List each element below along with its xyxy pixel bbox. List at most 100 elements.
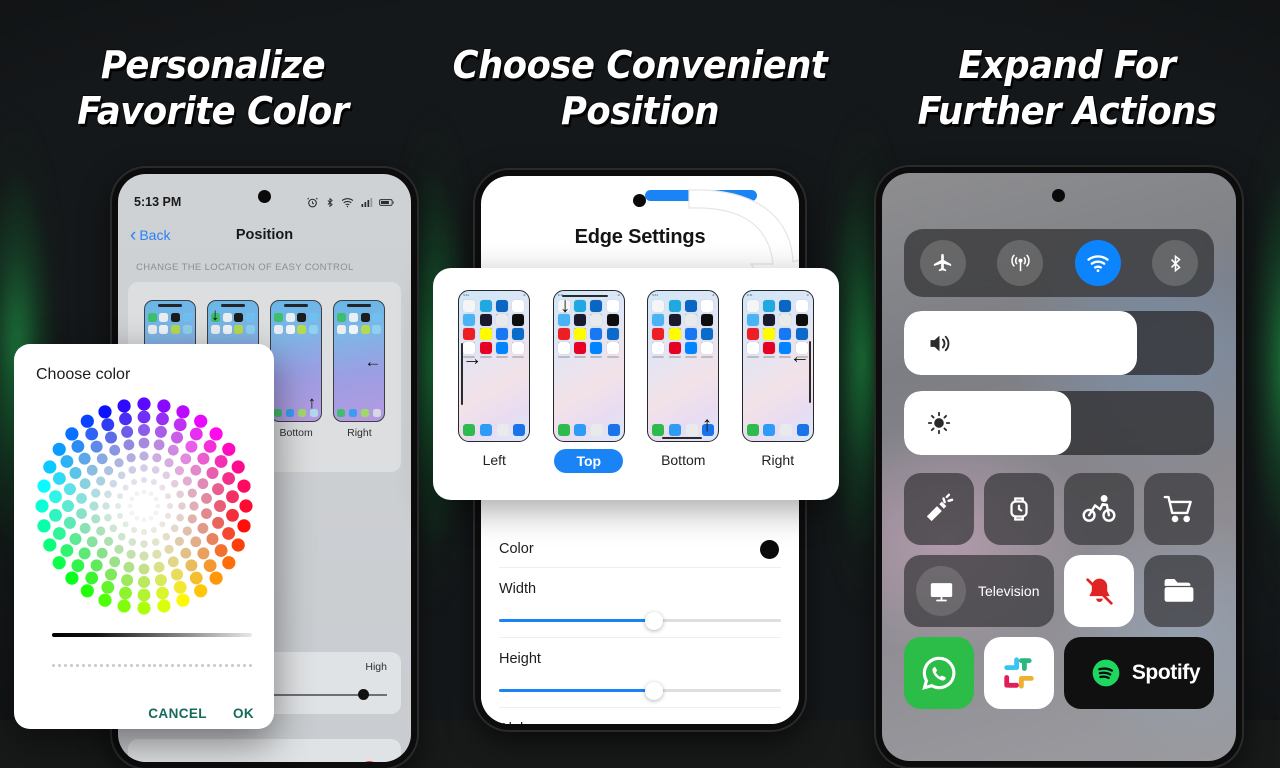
panel-3-heading-line1: Expand For [958, 43, 1176, 87]
alarm-icon [307, 197, 318, 207]
slider-fill [499, 689, 655, 692]
position-label-bottom: Bottom [279, 427, 313, 439]
bluetooth-icon [327, 197, 333, 207]
bicycle-icon [1082, 495, 1116, 522]
slack-icon [1004, 657, 1034, 689]
battery-icon [379, 198, 394, 206]
edge-option-bottom[interactable]: 9:41 ıll ↑ Bottom [636, 290, 731, 500]
wifi-icon [341, 197, 354, 207]
setting-row-alpha[interactable]: Alpha [499, 707, 781, 724]
spotify-icon [1092, 659, 1120, 687]
position-label-right: Right [347, 427, 372, 439]
slider-fill [499, 619, 655, 622]
phone-preview-bottom: ↑ [270, 300, 323, 422]
wifi-toggle[interactable] [1074, 240, 1121, 286]
bicycle-tile[interactable] [1064, 473, 1134, 545]
cellular-data-toggle[interactable] [997, 240, 1044, 286]
cancel-button[interactable]: CANCEL [148, 706, 207, 721]
setting-label-alpha: Alpha [499, 721, 781, 724]
color-swatch[interactable] [358, 761, 381, 762]
mute-tile[interactable] [1064, 555, 1134, 627]
edge-option-top[interactable]: 9:41 ıll ↓ Top [542, 290, 637, 500]
panel-3-heading-line2: Further Actions [917, 89, 1217, 133]
edge-option-right[interactable]: 9:41 ıll ← Right [731, 290, 826, 500]
panel-1-heading: Personalize Favorite Color [15, 42, 411, 134]
arrow-indicator-right: ← [789, 346, 810, 368]
position-option-right[interactable]: ← Right [328, 300, 391, 472]
dialog-title: Choose color [36, 366, 131, 383]
cellular-icon [1011, 253, 1030, 271]
panel-1-heading-line2: Favorite Color [77, 89, 349, 133]
height-slider[interactable] [499, 682, 781, 700]
cart-tile[interactable] [1144, 473, 1214, 545]
phone-preview-right: ← [333, 300, 386, 422]
slider-high-label: High [365, 661, 387, 673]
volume-slider[interactable] [904, 311, 1214, 375]
bluetooth-toggle[interactable] [1152, 240, 1199, 286]
section-header: CHANGE THE LOCATION OF EASY CONTROL [136, 262, 354, 273]
bluetooth-icon [1170, 254, 1181, 272]
brightness-gradient-bar[interactable] [52, 633, 252, 637]
setting-row-height[interactable]: Height [499, 637, 781, 707]
edge-label-left: Left [482, 452, 506, 468]
edge-preview-right: 9:41 ıll ← [741, 290, 814, 442]
preview-status-bar: 9:41 ıll [463, 293, 526, 297]
connectivity-toggle-group [904, 229, 1214, 297]
bell-muted-icon [1085, 577, 1113, 605]
arrow-indicator-bottom: ↑ [307, 393, 317, 412]
edge-label-bottom: Bottom [661, 452, 706, 468]
watch-tile[interactable] [984, 473, 1054, 545]
panel-3-heading: Expand For Further Actions [869, 42, 1265, 134]
television-tile[interactable]: Television [904, 555, 1054, 627]
choose-color-dialog[interactable]: Choose color CANCEL OK [14, 344, 274, 729]
slider-knob[interactable] [645, 682, 664, 700]
status-clock: 5:13 PM [134, 195, 182, 209]
preview-notch [347, 304, 372, 307]
edge-option-left[interactable]: 9:41 ıll → Left [447, 290, 542, 500]
color-swatch-card[interactable] [128, 739, 401, 762]
brightness-fill [904, 391, 1072, 455]
setting-label-color: Color [499, 541, 534, 557]
color-wheel[interactable] [32, 394, 256, 618]
alpha-checker-strip[interactable] [52, 662, 252, 668]
speaker-icon [930, 335, 950, 351]
wifi-icon [1087, 255, 1109, 272]
cart-icon [1163, 495, 1192, 523]
setting-row-width[interactable]: Width [499, 567, 781, 637]
panel-2-heading-line2: Position [560, 89, 720, 133]
watch-icon [1010, 497, 1028, 521]
edge-label-top[interactable]: Top [554, 449, 624, 473]
panel-2-heading: Choose Convenient Position [442, 42, 838, 134]
arrow-indicator-right: ← [364, 352, 382, 371]
edge-preview-bottom: 9:41 ıll ↑ [647, 290, 720, 442]
setting-row-color[interactable]: Color [499, 528, 781, 567]
preview-dock [557, 424, 620, 436]
volume-fill [904, 311, 1137, 375]
phone3-screen: Television Spotify [882, 173, 1236, 761]
arrow-indicator-left: → [462, 348, 483, 370]
airplane-mode-toggle[interactable] [919, 240, 966, 286]
brightness-slider[interactable] [904, 391, 1214, 455]
folder-tile[interactable] [1144, 555, 1214, 627]
setting-label-height: Height [499, 651, 541, 667]
panel-2-heading-line1: Choose Convenient [452, 43, 828, 87]
edge-label-right: Right [761, 452, 795, 468]
slider-knob[interactable] [358, 689, 369, 700]
slider-knob[interactable] [645, 612, 664, 630]
width-slider[interactable] [499, 612, 781, 630]
phone1-navigation-bar: ‹ Back Position [118, 220, 411, 250]
slack-tile[interactable] [984, 637, 1054, 709]
color-swatch[interactable] [760, 540, 779, 559]
front-camera-punch-hole [633, 194, 646, 207]
flashlight-tile[interactable] [904, 473, 974, 545]
panel-1-heading-line1: Personalize [100, 43, 326, 87]
whatsapp-tile[interactable] [904, 637, 974, 709]
television-tile-label: Television [978, 583, 1040, 599]
edge-position-picker-card: 9:41 ıll → Left 9:41 ıll ↓ Top 9:41 ıll … [433, 268, 839, 500]
dialog-actions: CANCEL OK [148, 706, 254, 721]
ok-button[interactable]: OK [233, 706, 254, 721]
spotify-tile[interactable]: Spotify [1064, 637, 1214, 709]
setting-label-width: Width [499, 581, 537, 597]
preview-status-bar: 9:41 ıll [746, 293, 809, 297]
front-camera-punch-hole [1052, 189, 1065, 202]
